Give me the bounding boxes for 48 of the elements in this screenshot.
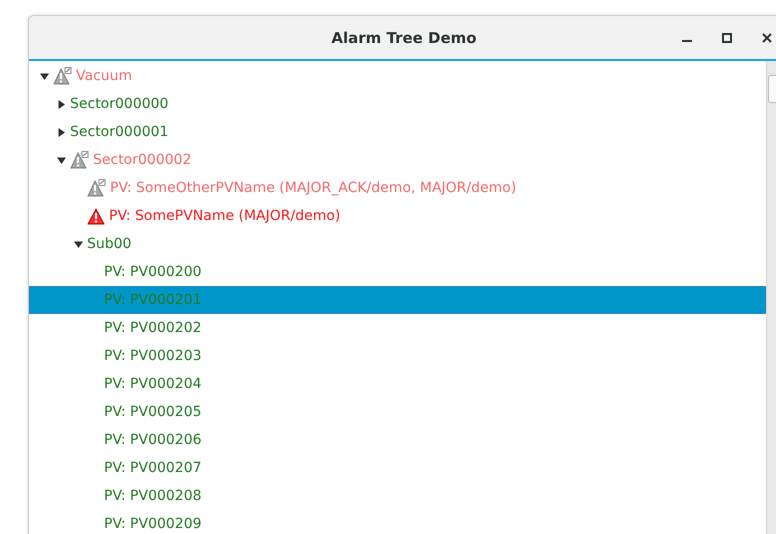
tree-row[interactable]: Vacuum: [29, 62, 766, 90]
window-title: Alarm Tree Demo: [331, 28, 477, 46]
expand-arrow-icon[interactable]: [56, 128, 66, 136]
tree-row[interactable]: PV: PV000204: [29, 370, 766, 398]
tree-row[interactable]: PV: PV000203: [29, 342, 766, 370]
tree-row[interactable]: PV: PV000206: [29, 426, 766, 454]
tree-row[interactable]: PV: SomeOtherPVName (MAJOR_ACK/demo, MAJOR/demo): [29, 174, 766, 202]
tree-row[interactable]: PV: PV000202: [29, 314, 766, 342]
tree-row[interactable]: PV: PV000207: [29, 454, 766, 482]
acknowledged-warning-icon: [53, 67, 72, 85]
tree-item-label: PV: PV000207: [104, 460, 202, 476]
tree-item-label: Sector000001: [70, 124, 168, 140]
tree-item-label: PV: PV000208: [104, 488, 202, 504]
scrollbar[interactable]: [766, 61, 776, 534]
tree-row[interactable]: PV: PV000205: [29, 398, 766, 426]
tree-row[interactable]: PV: SomePVName (MAJOR/demo): [29, 202, 766, 230]
collapse-arrow-icon[interactable]: [56, 156, 66, 164]
collapse-arrow-icon[interactable]: [40, 72, 48, 80]
tree-item-label: PV: SomePVName (MAJOR/demo): [109, 208, 340, 224]
tree-item-label: PV: SomeOtherPVName (MAJOR_ACK/demo, MAJOR/demo): [110, 180, 516, 196]
tree-item-label: Sector000002: [93, 152, 192, 168]
acknowledged-warning-icon: [87, 179, 106, 197]
tree-row[interactable]: PV: PV000209: [29, 510, 766, 534]
tree-item-label: Vacuum: [76, 68, 132, 84]
tree-item-label: PV: PV000205: [104, 404, 202, 420]
maximize-icon: [722, 32, 732, 42]
collapse-arrow-icon[interactable]: [74, 240, 82, 248]
close-icon: [762, 32, 772, 42]
warning-icon: [87, 208, 105, 224]
expand-arrow-icon[interactable]: [56, 100, 66, 108]
tree-item-label: PV: PV000204: [104, 376, 202, 392]
tree-row[interactable]: Sector000001: [29, 118, 766, 146]
tree-item-label: PV: PV000206: [104, 432, 202, 448]
tree-row[interactable]: PV: PV000208: [29, 482, 766, 510]
tree-item-label: PV: PV000209: [104, 516, 202, 532]
tree-item-label: PV: PV000203: [104, 348, 202, 364]
tree-item-label: Sector000000: [70, 96, 168, 112]
acknowledged-warning-icon: [70, 151, 89, 169]
tree-item-label: Sub00: [87, 236, 132, 252]
scrollbar-thumb[interactable]: [768, 75, 776, 103]
tree-item-label: PV: PV000202: [104, 320, 202, 336]
tree-item-label: PV: PV000201: [104, 292, 202, 308]
minimize-icon: [682, 40, 692, 42]
tree-row[interactable]: Sector000002: [29, 146, 766, 174]
tree-row[interactable]: Sub00: [29, 230, 766, 258]
tree-row[interactable]: Sector000000: [29, 90, 766, 118]
tree-item-label: PV: PV000200: [104, 264, 202, 280]
tree-row[interactable]: PV: PV000200: [29, 258, 766, 286]
